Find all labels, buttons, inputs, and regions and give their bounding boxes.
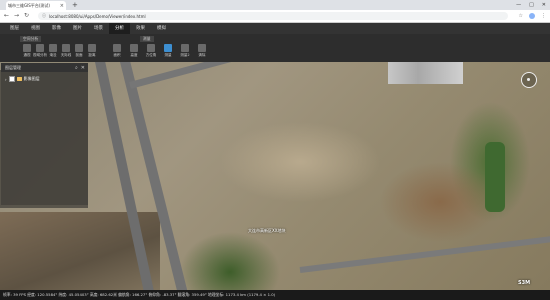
tool-icon [49,44,57,52]
search-icon[interactable]: ⌕ [75,65,78,71]
tool-icon [75,44,83,52]
menu-item-3[interactable]: 图片 [67,23,88,34]
ribbon-button-8[interactable]: 方位角 [144,44,158,58]
ribbon-group-label-analysis: 空间分析 [20,36,42,42]
ribbon-button-7[interactable]: 高度 [127,44,141,58]
ribbon-button-label: 面积 [113,53,121,57]
ribbon-group-label-measure: 测量 [140,36,154,42]
ribbon-button-label: 清除 [198,53,206,57]
browser-tab[interactable]: 城市三维GIS平台(测试) × [6,1,66,10]
road [299,235,550,273]
tool-icon [181,44,189,52]
tool-icon [164,44,172,52]
tool-icon [23,44,31,52]
ribbon-button-label: 通视 [23,53,31,57]
layer-panel [1,63,88,205]
url-text: localhost:8080/ui/Apps/Demo/Viewer/index… [49,13,146,19]
layer-panel-title: 图层管理 [5,64,21,70]
reload-icon[interactable]: ↻ [24,11,29,21]
map-label: 大连市高新区XX地块 [248,228,286,233]
menu-item-1[interactable]: 视图 [25,23,46,34]
tool-icon [88,44,96,52]
layer-panel-tools: ⌕ ✕ [75,63,85,72]
compass-icon[interactable] [521,72,537,88]
ribbon-button-4[interactable]: 剖面 [72,44,86,58]
ribbon-button-6[interactable]: 面积 [110,44,124,58]
tool-icon [130,44,138,52]
ribbon-button-0[interactable]: 通视 [20,44,34,58]
profile-avatar[interactable] [529,13,535,19]
address-bar[interactable]: ⓘ localhost:8080/ui/Apps/Demo/Viewer/ind… [38,12,508,20]
minimize-icon[interactable]: — [516,2,521,8]
menu-item-6[interactable]: 效果 [130,23,151,34]
app-menu-bar: 图层 视图 影像 图片 场景 分析 效果 模拟 [0,23,550,34]
status-bar: 帧率: 39 FPS 经度: 120.5584° 纬度: 45.05403° 高… [0,290,550,300]
ribbon-button-5[interactable]: 距离 [85,44,99,58]
ribbon-button-10[interactable]: 测量2 [178,44,192,58]
ribbon-button-3[interactable]: 天际线 [59,44,73,58]
address-bar-actions: ☆ ⋮ [519,11,546,21]
tool-icon [36,44,44,52]
green-field [485,142,505,212]
ribbon-button-2[interactable]: 淹没 [46,44,60,58]
info-icon: ⓘ [42,13,46,18]
brand-logo: S3M [518,280,531,286]
menu-item-0[interactable]: 图层 [4,23,25,34]
ribbon-button-label: 测量 [164,53,172,57]
ribbon-button-label: 淹没 [49,53,57,57]
browser-tab-title: 城市三维GIS平台(测试) [8,2,50,8]
close-window-icon[interactable]: ✕ [542,2,546,8]
close-tab-icon[interactable]: × [60,3,64,9]
layer-panel-header: 图层管理 ⌕ ✕ [1,63,88,72]
layer-item-label: 影像图层 [23,76,40,81]
ribbon-button-11[interactable]: 清除 [195,44,209,58]
menu-item-2[interactable]: 影像 [46,23,67,34]
forward-icon[interactable]: → [14,11,19,21]
menu-item-4[interactable]: 场景 [88,23,109,34]
ribbon-button-9[interactable]: 测量 [161,44,175,58]
ribbon-button-label: 方位角 [145,53,157,57]
tool-icon [147,44,155,52]
tool-icon [62,44,70,52]
maximize-icon[interactable]: □ [529,2,534,8]
ribbon-button-label: 距离 [88,53,96,57]
close-icon[interactable]: ✕ [81,65,85,71]
folder-icon [16,77,22,81]
menu-icon[interactable]: ⋮ [541,13,546,19]
new-tab-button[interactable]: + [72,1,78,9]
ribbon-button-label: 测量2 [180,53,190,57]
building-cluster [388,62,463,84]
tool-icon [113,44,121,52]
browser-tab-strip [0,0,550,10]
layer-checkbox[interactable] [8,76,15,82]
menu-item-7[interactable]: 模拟 [151,23,172,34]
menu-item-5[interactable]: 分析 [109,23,130,34]
expand-arrow-icon[interactable]: › [5,77,7,82]
ribbon-button-1[interactable]: 视域分析 [33,44,47,58]
star-icon[interactable]: ☆ [519,13,523,19]
layer-tree-item[interactable]: › 影像图层 [5,76,40,82]
window-controls: — □ ✕ [516,0,546,10]
ribbon-button-label: 高度 [130,53,138,57]
ribbon-button-label: 天际线 [60,53,72,57]
ribbon-button-label: 剖面 [75,53,83,57]
road [129,62,325,89]
tool-icon [198,44,206,52]
ribbon-button-label: 视域分析 [33,53,47,57]
back-icon[interactable]: ← [4,11,9,21]
